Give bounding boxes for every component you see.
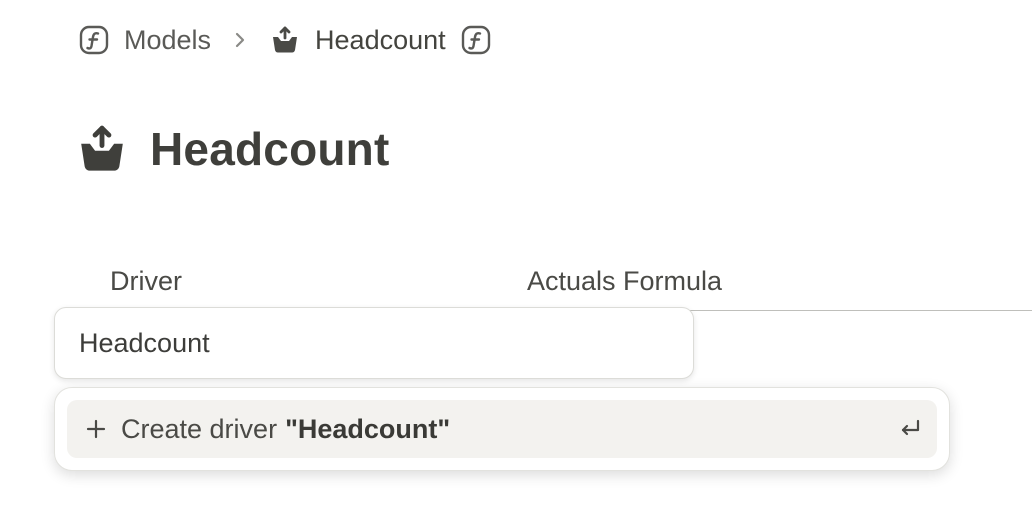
enter-key-icon xyxy=(897,416,923,442)
page: Models Headcount Headcount Driver Actual… xyxy=(0,0,1032,530)
column-header-actuals-formula: Actuals Formula xyxy=(527,266,723,296)
breadcrumb-models-label: Models xyxy=(124,24,212,55)
driver-input-container xyxy=(54,307,694,379)
basket-upload-icon xyxy=(269,24,301,56)
page-title[interactable]: Headcount xyxy=(150,122,389,176)
plus-icon xyxy=(83,416,109,442)
breadcrumb: Models Headcount xyxy=(78,22,492,58)
create-driver-option[interactable]: Create driver "Headcount" xyxy=(67,400,937,458)
formula-icon xyxy=(78,24,110,56)
driver-input[interactable] xyxy=(79,308,669,378)
breadcrumb-headcount-label: Headcount xyxy=(315,24,446,55)
driver-suggestions-dropdown: Create driver "Headcount" xyxy=(54,387,950,471)
breadcrumb-headcount[interactable]: Headcount xyxy=(269,24,446,56)
basket-upload-icon[interactable] xyxy=(76,123,128,175)
breadcrumb-models[interactable]: Models xyxy=(78,24,211,56)
table-header: Driver Actuals Formula xyxy=(0,262,1032,311)
title-row: Headcount xyxy=(76,122,389,176)
create-driver-name: "Headcount" xyxy=(285,413,451,444)
column-header-driver: Driver xyxy=(110,266,182,296)
create-driver-label: Create driver xyxy=(121,413,278,444)
formula-icon[interactable] xyxy=(460,24,492,56)
chevron-right-icon xyxy=(233,31,247,49)
